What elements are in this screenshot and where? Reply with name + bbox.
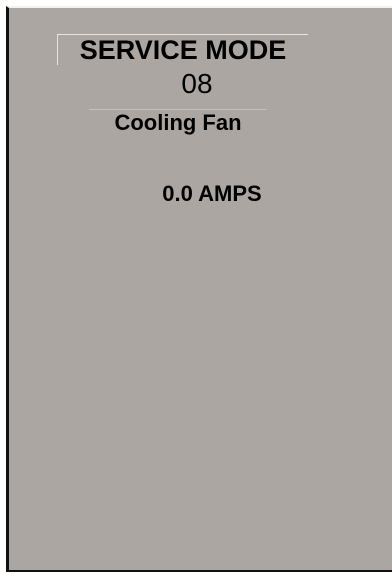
service-mode-title: SERVICE MODE <box>57 34 308 65</box>
current-reading: 0.0 AMPS <box>162 181 262 206</box>
service-mode-screen: SERVICE MODE 08 Cooling Fan 0.0 AMPS <box>6 6 392 572</box>
service-mode-number: 08 <box>181 68 213 99</box>
service-mode-name: Cooling Fan <box>89 109 267 136</box>
